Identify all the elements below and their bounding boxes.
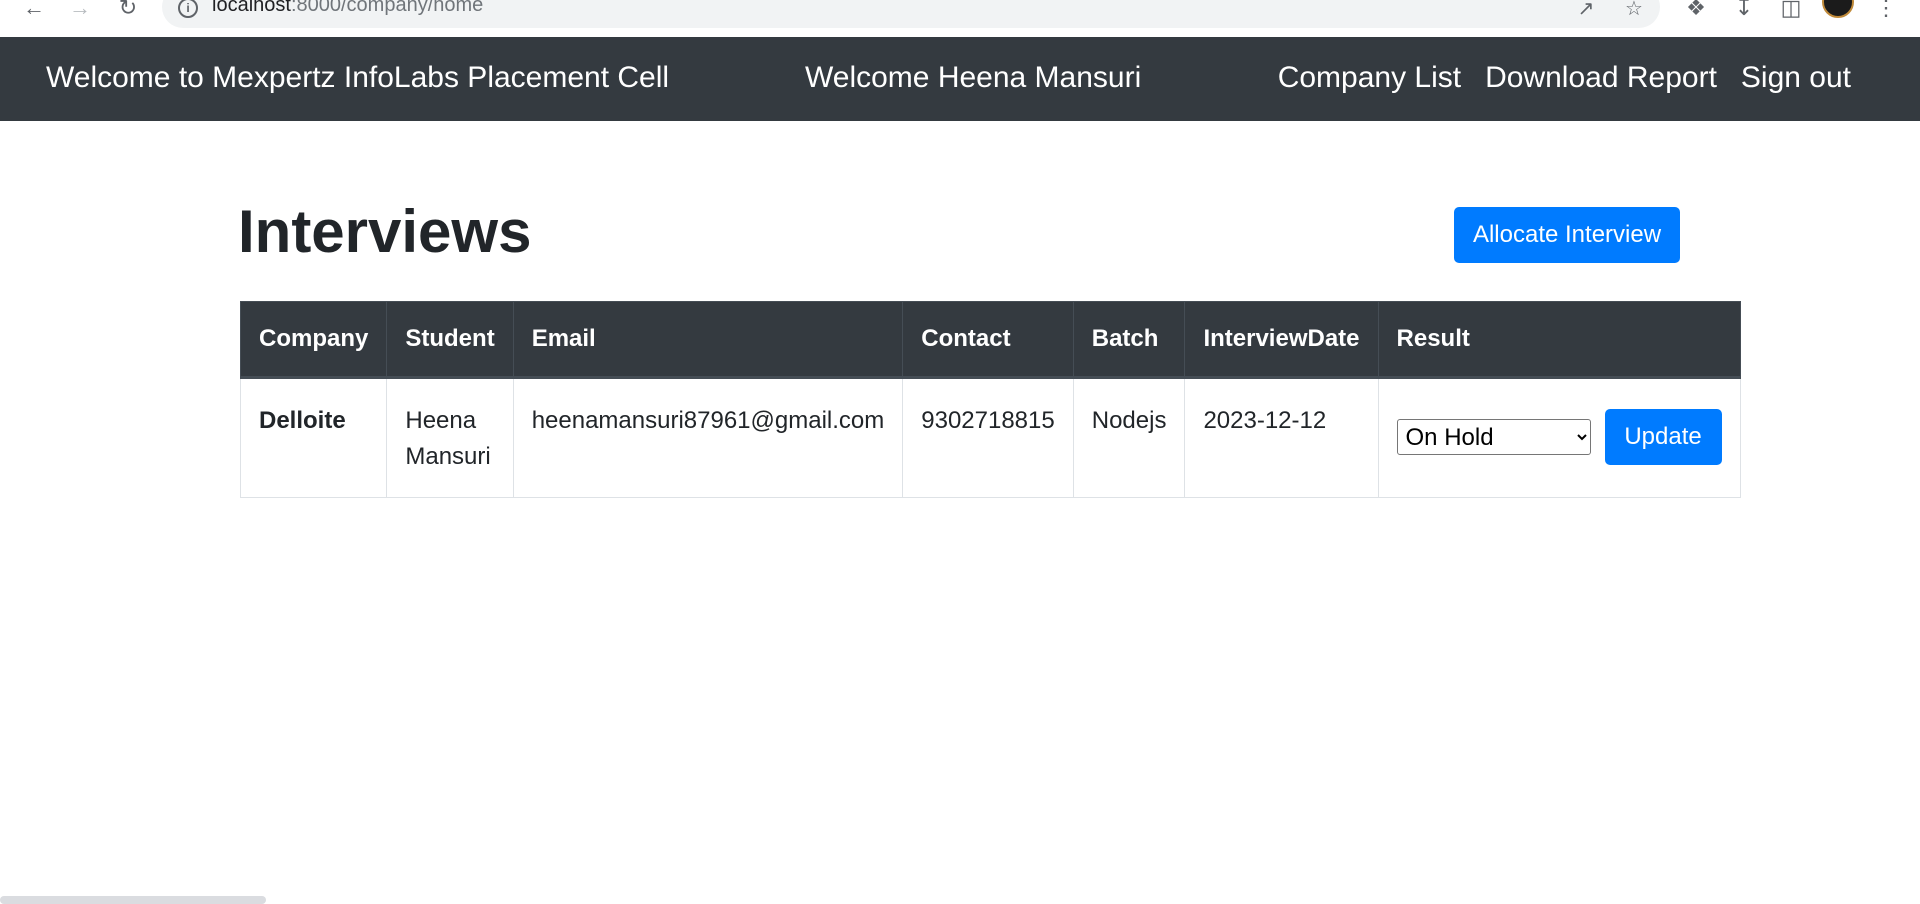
column-header-batch: Batch (1072, 301, 1186, 379)
cell-email: heenamansuri87961@gmail.com (512, 377, 904, 498)
profile-avatar[interactable] (1822, 0, 1854, 18)
cell-company: Delloite (239, 377, 388, 498)
cell-interview-date: 2023-12-12 (1184, 377, 1379, 498)
page-title: Interviews (238, 198, 532, 265)
share-icon[interactable]: ↗ (1574, 0, 1598, 20)
browser-toolbar: ← → ↻ i localhost:8000/company/home ↗ ☆ … (0, 0, 1920, 38)
column-header-student: Student (386, 301, 514, 379)
download-icon[interactable]: ↧ (1730, 0, 1758, 22)
column-header-email: Email (512, 301, 904, 379)
column-header-company: Company (239, 301, 388, 379)
column-header-interview-date: InterviewDate (1184, 301, 1379, 379)
sign-out-link[interactable]: Sign out (1741, 61, 1851, 95)
extensions-puzzle-icon[interactable]: ❖ (1682, 0, 1710, 22)
site-info-icon[interactable]: i (178, 0, 198, 18)
side-panel-icon[interactable]: ◫ (1777, 0, 1805, 22)
url-text[interactable]: localhost:8000/company/home (212, 0, 483, 17)
result-select[interactable]: On Hold (1396, 419, 1591, 455)
cell-contact: 9302718815 (902, 377, 1074, 498)
reload-icon[interactable]: ↻ (114, 0, 142, 22)
column-header-contact: Contact (902, 301, 1074, 379)
table-row: Delloite Heena Mansuri heenamansuri87961… (239, 377, 1741, 498)
cell-student: Heena Mansuri (386, 377, 514, 498)
bookmark-star-icon[interactable]: ☆ (1622, 0, 1646, 20)
update-button[interactable]: Update (1604, 409, 1722, 465)
allocate-interview-button[interactable]: Allocate Interview (1454, 207, 1680, 263)
horizontal-scrollbar[interactable] (0, 896, 266, 904)
welcome-user-text: Welcome Heena Mansuri (805, 61, 1142, 94)
table-header-row: Company Student Email Contact Batch Inte… (239, 301, 1741, 379)
cell-result: On Hold Update (1377, 377, 1741, 498)
navbar-links: Company List Download Report Sign out (1278, 61, 1851, 95)
navbar-brand[interactable]: Welcome to Mexpertz InfoLabs Placement C… (46, 61, 669, 95)
forward-arrow-icon[interactable]: → (66, 0, 94, 22)
interviews-table: Company Student Email Contact Batch Inte… (239, 301, 1741, 498)
top-navbar: Welcome to Mexpertz InfoLabs Placement C… (0, 37, 1920, 121)
column-header-result: Result (1377, 301, 1741, 379)
download-report-link[interactable]: Download Report (1485, 61, 1717, 95)
result-controls: On Hold Update (1396, 403, 1722, 465)
address-bar[interactable]: i localhost:8000/company/home ↗ ☆ (162, 0, 1660, 28)
back-arrow-icon[interactable]: ← (20, 0, 48, 22)
more-menu-icon[interactable]: ⋮ (1872, 0, 1900, 22)
company-list-link[interactable]: Company List (1278, 61, 1461, 95)
cell-batch: Nodejs (1072, 377, 1186, 498)
